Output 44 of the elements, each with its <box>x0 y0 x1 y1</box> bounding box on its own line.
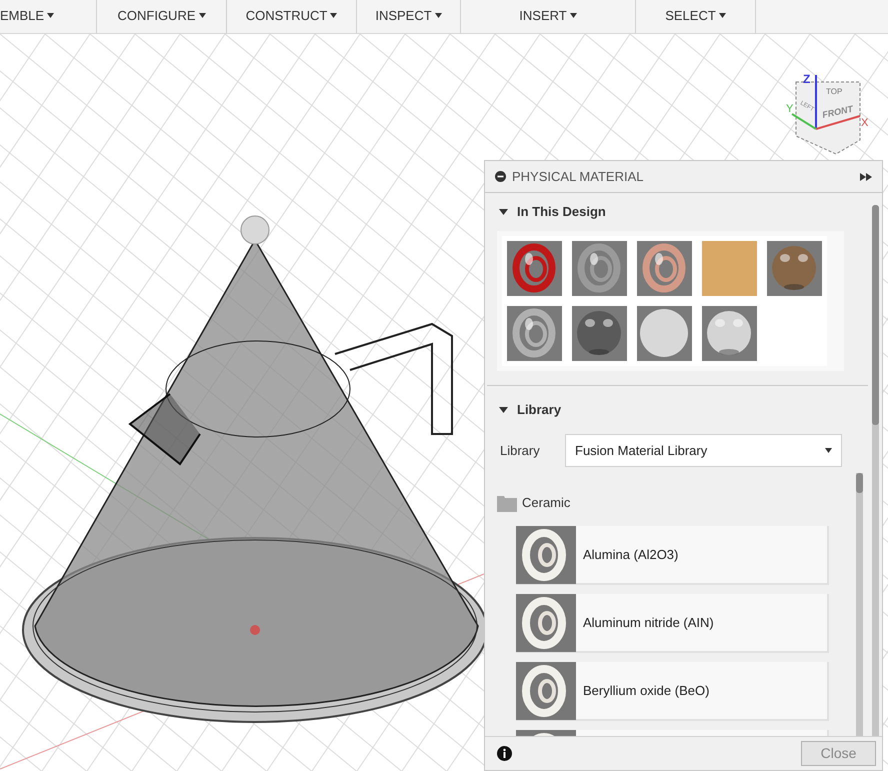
section-header[interactable]: In This Design <box>497 193 856 231</box>
toolbar-menu-button[interactable]: CONSTRUCT <box>246 6 338 25</box>
toolbar-menu-button[interactable]: SELECT <box>665 6 726 25</box>
x-axis-label: X <box>861 117 868 129</box>
folder-icon <box>497 494 517 512</box>
caret-icon <box>718 12 726 18</box>
material-row[interactable]: Aluminum nitride (AIN) <box>516 594 829 653</box>
library-dropdown[interactable]: Fusion Material Library <box>565 434 842 467</box>
triangle-icon <box>499 208 508 216</box>
info-icon[interactable] <box>497 746 512 761</box>
caret-icon <box>330 12 338 18</box>
caret-icon <box>47 12 54 18</box>
caret-icon <box>570 12 577 18</box>
material-name: Aluminum nitride (AIN) <box>583 614 714 632</box>
section-header[interactable]: Library <box>497 386 856 434</box>
minus-circle-icon[interactable] <box>495 171 506 182</box>
caret-icon <box>198 12 206 18</box>
section-title: In This Design <box>517 203 606 222</box>
panel-scrollbar[interactable] <box>872 205 879 736</box>
top-face-label: TOP <box>826 87 842 96</box>
z-axis-label: Z <box>803 72 810 86</box>
front-face-label: FRONT <box>821 104 854 120</box>
section-title: Library <box>517 401 562 420</box>
toolbar-menu-button[interactable]: INSPECT <box>375 6 442 25</box>
material-row[interactable]: Alumina (Al2O3) <box>516 526 829 585</box>
toolbar-menu-button[interactable]: INSERT <box>519 6 577 25</box>
material-name: Alumina (Al2O3) <box>583 546 678 564</box>
folder-name: Ceramic <box>522 494 570 512</box>
toolbar-menu-button[interactable]: CONFIGURE <box>118 6 206 25</box>
folder-row[interactable]: Ceramic <box>497 473 856 519</box>
field-label: Library <box>500 442 541 460</box>
caret-icon <box>434 12 442 18</box>
y-axis-label: Y <box>786 103 794 115</box>
panel-title: PHYSICAL MATERIAL <box>512 168 644 186</box>
caret-icon <box>825 448 832 453</box>
material-row[interactable]: Beryllium oxide (BeO) <box>516 662 829 721</box>
list-scrollbar[interactable] <box>856 473 863 736</box>
triangle-icon <box>499 406 508 414</box>
ring-thumbnail <box>516 526 576 584</box>
ring-thumbnail <box>516 662 576 720</box>
material-name: Beryllium oxide (BeO) <box>583 682 710 700</box>
ring-thumbnail <box>516 594 576 652</box>
double-arrow-icon[interactable] <box>860 172 872 180</box>
toolbar-menu-button[interactable]: EMBLE <box>0 6 54 25</box>
